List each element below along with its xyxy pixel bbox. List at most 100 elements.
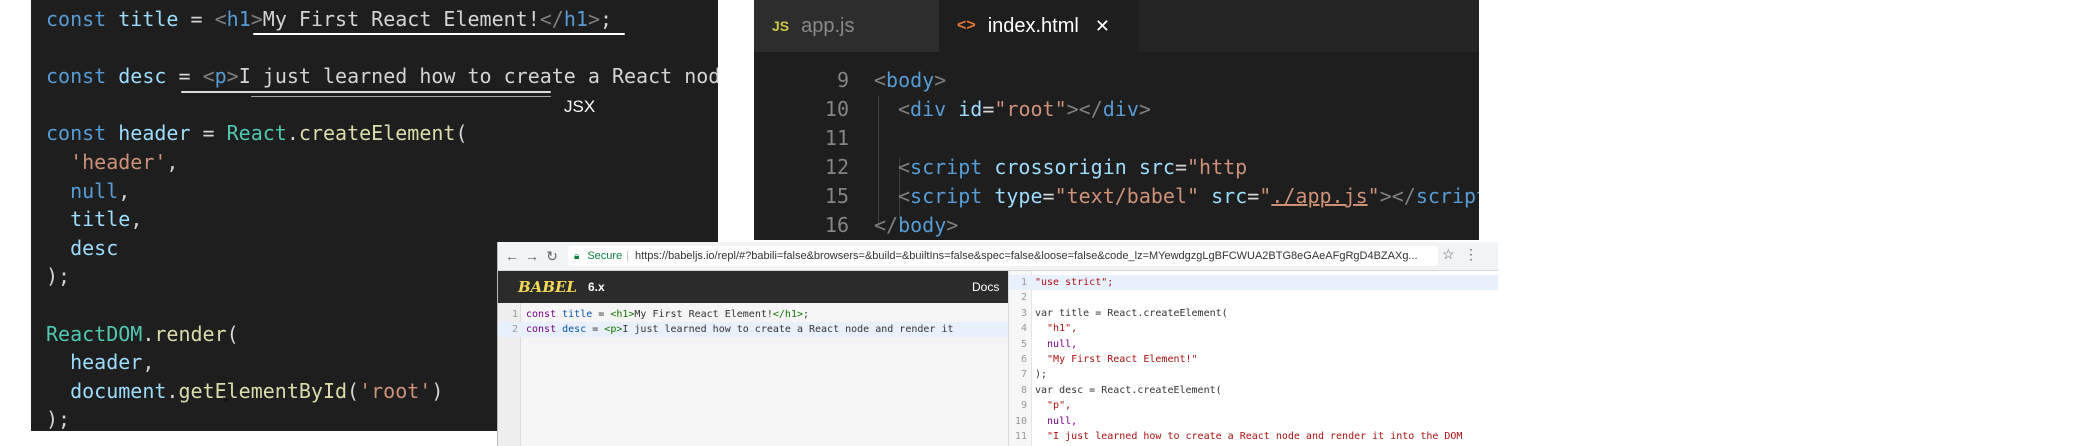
bracket: > [1138,97,1151,121]
annotation-underline [181,91,551,93]
browser-toolbar: ← → ↻ 🔒︎ Secure | https://babeljs.io/repl/#… [498,242,1498,271]
line-number: 15 [824,184,849,208]
tab-index-html[interactable]: <> index.html ✕ [939,0,1139,52]
html-file-icon: <> [957,17,976,34]
paren: ( [226,321,239,346]
function-name: createElement [298,121,456,146]
jsx-annotation: JSX [564,97,596,116]
docs-link[interactable]: Docs [972,280,999,294]
tab-label: index.html [987,14,1079,37]
line-number: 1 [1020,277,1027,288]
separator: | [626,250,630,262]
variable: desc [562,324,587,335]
tab-label: app.js [801,14,855,37]
semicolon: ; [803,309,810,320]
mouse-cursor-icon: ➤ [222,393,231,409]
line-number: 3 [1020,307,1027,319]
attribute-quote: " [1259,184,1272,208]
line-number: 1 [511,309,518,320]
jsx-tag-name: p [214,64,227,89]
tab-app-js[interactable]: JS app.js [754,0,939,52]
line-number: 8 [1020,384,1027,396]
bracket: > [946,213,959,237]
keyword: const [46,64,107,89]
bracket: ></ [1066,97,1103,121]
html-code: <body> [874,66,946,95]
attribute-name: src [1138,155,1175,179]
index-html-editor-panel[interactable]: JS app.js <> index.html ✕ 8 9<body> 10<d… [754,0,1479,240]
line-number: 6 [1020,354,1027,365]
more-menu-icon[interactable]: ⋮ [1464,246,1478,263]
indent-guide [878,96,879,226]
line-number: 9 [1020,400,1027,412]
bracket: < [898,97,911,121]
tag-name: div [910,97,947,121]
input-code: const title = <h1>My First React Element… [526,307,809,322]
attribute-quote: " [1367,184,1380,208]
function-name: render [154,321,227,346]
jsx-text: My First React Element! [634,309,773,320]
keyword: const [526,324,557,335]
variable-header: header [118,121,191,146]
reload-icon[interactable]: ↻ [542,246,562,266]
document-object: document [70,378,167,403]
code-line-4: 'header', [46,148,718,177]
repl-output-editor[interactable]: 1 "use strict"; 2 3 var title = React.crea… [1008,271,1498,446]
html-code: <script crossorigin src="http [898,155,1248,179]
close-icon[interactable]: ✕ [1095,16,1110,37]
output-code: "My First React Element!" [1035,354,1198,365]
jsx-tag-name: h1 [226,7,251,31]
comma: , [142,350,155,375]
tag-name: body [898,213,947,237]
back-icon[interactable]: ← [502,246,522,266]
version-selector[interactable]: 6.x [588,280,605,294]
forward-icon[interactable]: → [522,246,542,266]
line-number: 12 [824,155,849,179]
operator: = [178,7,215,31]
repl-input-editor[interactable]: 1 const title = <h1>My First React Elemen… [498,303,1008,446]
keyword: const [526,309,557,320]
babel-logo[interactable]: BABEL [518,278,577,296]
variable-header: header [70,350,143,375]
tag-name: script [910,184,983,208]
comma: , [130,207,143,232]
bracket: < [898,155,911,179]
line-number: 16 [824,213,849,237]
jsx-tag-open: < [202,64,215,89]
jsx-tag-close: > [226,64,239,89]
code-line-1: const title = <h1>My First React Element… [46,5,718,34]
output-code: "h1", [1035,323,1078,335]
paren: ( [455,121,468,146]
attribute-name: type [994,184,1043,208]
jsx-tag: <h1> [610,309,635,320]
output-code: var desc = React.createElement( [1035,384,1222,396]
comma: , [118,178,131,203]
null-keyword: null [70,178,119,203]
bracket: </ [874,213,899,237]
html-code: <div id="root"></div> [898,97,1151,121]
string-literal: 'header' [70,149,167,174]
bookmark-star-icon[interactable]: ☆ [1442,246,1455,263]
jsx-tag: </h1> [772,309,803,320]
code-line-6: title, [46,205,718,234]
editor-tab-bar: JS app.js <> index.html ✕ [754,0,1479,52]
comma: , [166,149,179,174]
bracket: < [874,68,887,92]
html-code: <script type="text/babel" src="./app.js"… [898,182,1479,211]
attribute-value: "root" [994,97,1067,121]
variable-title: title [118,7,179,31]
line-number: 10 [824,97,849,121]
address-bar[interactable]: 🔒︎ Secure | https://babeljs.io/repl/#?babil… [568,246,1438,266]
output-code: "p", [1035,400,1072,412]
input-code: const desc = <p>I just learned how to cr… [526,322,954,337]
tag-name: script [910,155,983,179]
variable-desc: desc [70,235,119,260]
browser-window: ← → ↻ 🔒︎ Secure | https://babeljs.io/repl/#… [497,242,1498,446]
paren: ) [431,378,444,403]
output-code: "I just learned how to create a React no… [1035,431,1463,442]
dot: . [166,378,179,403]
dot: . [286,121,299,146]
operator: = [592,309,611,320]
babel-repl-header: BABEL 6.x Docs [498,271,1008,303]
